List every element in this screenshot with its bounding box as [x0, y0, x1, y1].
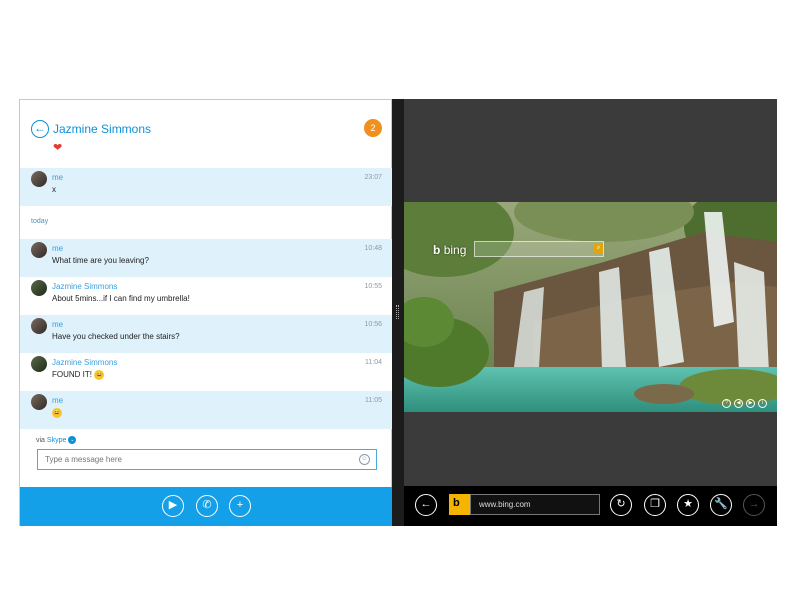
forward-icon[interactable]: → — [743, 494, 765, 516]
message-sender: Jazmine Simmons — [52, 282, 118, 291]
help-icon[interactable]: ? — [722, 399, 731, 408]
skype-service-link[interactable]: Skype — [47, 437, 66, 444]
bing-favicon-glyph: b — [453, 497, 460, 509]
via-text: via — [36, 436, 45, 444]
message-text: Have you checked under the stairs? — [52, 332, 180, 341]
tabs-icon[interactable]: ❐ — [644, 494, 666, 516]
message-text-content: FOUND IT! — [52, 370, 92, 380]
message-row: Jazmine Simmons FOUND IT! 😄 11:04 — [20, 353, 392, 391]
message-text: What time are you leaving? — [52, 256, 149, 265]
smiley-emoji-icon: 😄 — [94, 370, 105, 380]
next-image-icon[interactable]: ▶ — [746, 399, 755, 408]
message-row: me 😄 11:05 — [20, 391, 392, 429]
back-arrow-icon[interactable]: ← — [31, 120, 49, 138]
tools-wrench-icon[interactable]: 🔧 — [710, 494, 732, 516]
bing-search-input[interactable] — [474, 241, 604, 257]
message-text: About 5mins...if I can find my umbrella! — [52, 294, 190, 303]
phone-call-icon[interactable]: ✆ — [196, 495, 218, 517]
message-input[interactable] — [37, 449, 377, 470]
chevron-down-icon[interactable]: ⌄ — [68, 436, 77, 444]
day-separator: today — [31, 218, 49, 225]
video-call-icon[interactable]: ▶ — [162, 495, 184, 517]
message-row: me Have you checked under the stairs? 10… — [20, 315, 392, 353]
info-icon[interactable]: i — [758, 399, 767, 408]
divider-grip-icon[interactable] — [396, 305, 399, 319]
previous-image-icon[interactable]: ◀ — [734, 399, 743, 408]
avatar[interactable] — [31, 394, 47, 410]
message-text: 😄 — [52, 408, 62, 418]
message-text: x — [52, 185, 56, 194]
emoticon-picker-icon[interactable]: ☺ — [359, 454, 370, 465]
add-icon[interactable]: + — [229, 495, 251, 517]
avatar[interactable] — [31, 318, 47, 334]
bing-logo-mark: b — [433, 243, 441, 257]
back-icon[interactable]: ← — [415, 494, 437, 516]
heart-mood-icon: ❤ — [53, 142, 63, 154]
avatar[interactable] — [31, 242, 47, 258]
search-icon[interactable]: ⌕ — [594, 244, 603, 253]
via-skype-label: via Skype ⌄ — [36, 436, 77, 444]
bing-logo-text: bing — [443, 243, 467, 257]
message-row: Jazmine Simmons About 5mins...if I can f… — [20, 277, 392, 315]
bing-favicon-icon: b — [449, 494, 470, 515]
browser-pane: b bing ⌕ ? ◀ ▶ i ← b www.bing.com ↻ ❐ ★ … — [404, 99, 777, 526]
avatar[interactable] — [31, 356, 47, 372]
waterfall-photo — [404, 202, 777, 412]
avatar[interactable] — [31, 171, 47, 187]
message-time: 11:04 — [365, 359, 382, 366]
address-bar[interactable]: www.bing.com — [470, 494, 600, 515]
split-divider[interactable] — [392, 99, 404, 526]
message-time: 10:56 — [364, 321, 382, 328]
notification-badge[interactable]: 2 — [364, 119, 382, 137]
chat-header: ← Jazmine Simmons ❤ 2 — [20, 100, 392, 168]
message-time: 23:07 — [364, 174, 382, 181]
message-time: 10:55 — [364, 283, 382, 290]
message-sender: me — [52, 173, 64, 182]
message-sender: me — [52, 396, 64, 405]
contact-name[interactable]: Jazmine Simmons — [53, 122, 151, 136]
bing-homepage-image[interactable]: b bing ⌕ ? ◀ ▶ i — [404, 202, 777, 412]
screen: ← Jazmine Simmons ❤ 2 me x 23:07 today m… — [19, 99, 777, 526]
avatar[interactable] — [31, 280, 47, 296]
skype-app-bar: ▶ ✆ + — [20, 487, 392, 526]
message-sender: Jazmine Simmons — [52, 358, 118, 367]
message-time: 10:48 — [364, 245, 382, 252]
bing-logo[interactable]: b bing — [433, 243, 466, 257]
favorite-star-icon[interactable]: ★ — [677, 494, 699, 516]
message-text: FOUND IT! 😄 — [52, 370, 105, 380]
message-row: me What time are you leaving? 10:48 — [20, 239, 392, 277]
message-sender: me — [52, 244, 64, 253]
skype-pane: ← Jazmine Simmons ❤ 2 me x 23:07 today m… — [19, 99, 392, 526]
browser-nav-bar: ← b www.bing.com ↻ ❐ ★ 🔧 → — [404, 486, 777, 526]
refresh-icon[interactable]: ↻ — [610, 494, 632, 516]
message-sender: me — [52, 320, 64, 329]
smiley-emoji-icon: 😄 — [52, 408, 62, 418]
message-time: 11:05 — [365, 397, 382, 404]
message-row: me x 23:07 — [20, 168, 392, 206]
